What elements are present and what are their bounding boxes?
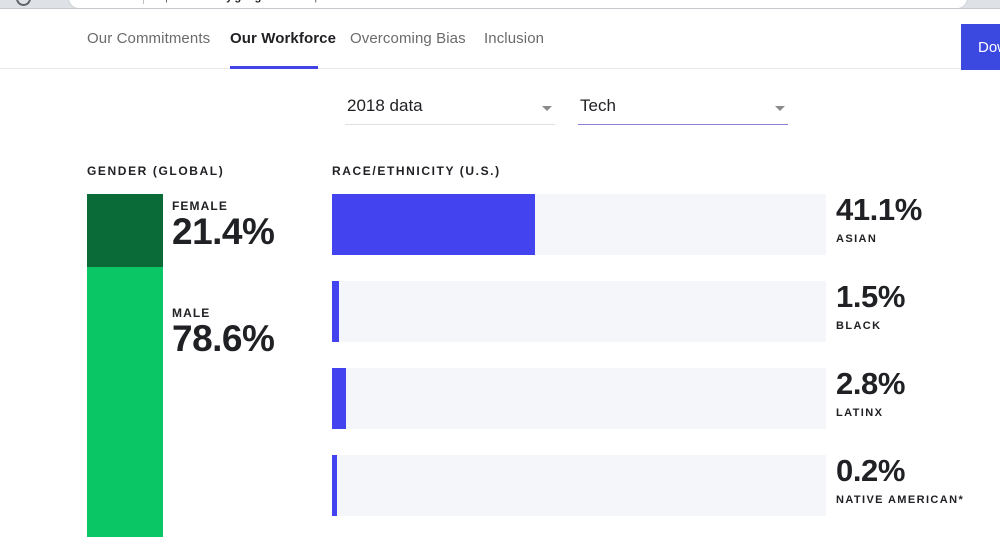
race-bar-fill <box>332 194 535 255</box>
url-scheme: https:// <box>153 0 186 3</box>
race-track <box>332 281 826 342</box>
role-filter-underline <box>578 124 788 125</box>
race-value: 2.8% <box>836 366 906 401</box>
chevron-down-icon <box>775 106 785 111</box>
reload-icon[interactable] <box>16 0 31 6</box>
year-filter-underline <box>345 124 555 125</box>
gender-stacked-bar <box>87 194 163 537</box>
gender-value-female: 21.4% <box>172 211 275 252</box>
gender-segment-female <box>87 194 163 267</box>
nav-tab-overcoming-bias[interactable]: Overcoming Bias <box>350 30 466 47</box>
race-label: NATIVE AMERICAN* <box>836 494 965 506</box>
race-track <box>332 455 826 516</box>
active-tab-underline <box>230 66 318 69</box>
race-section-heading: RACE/ETHNICITY (U.S.) <box>332 164 501 178</box>
gender-stat-male: MALE 78.6% <box>172 306 275 359</box>
race-stat: 0.2% NATIVE AMERICAN* <box>836 455 964 506</box>
nav-tab-inclusion[interactable]: Inclusion <box>484 30 544 47</box>
role-filter-dropdown[interactable]: Tech <box>578 95 788 125</box>
nav-tab-our-workforce[interactable]: Our Workforce <box>230 30 336 47</box>
race-row-latinx: 2.8% LATINX <box>332 368 1000 429</box>
gender-section-heading: GENDER (GLOBAL) <box>87 164 225 178</box>
secure-label: Secure <box>91 0 127 3</box>
race-row-asian: 41.1% ASIAN <box>332 194 1000 255</box>
site-navigation-bar: Our Commitments Our Workforce Overcoming… <box>0 9 1000 70</box>
race-label: LATINX <box>836 407 884 419</box>
omnibox-divider <box>143 0 144 4</box>
race-label: BLACK <box>836 320 882 332</box>
race-bar-fill <box>332 281 339 342</box>
race-track <box>332 194 826 255</box>
gender-stat-female: FEMALE 21.4% <box>172 199 275 252</box>
race-track <box>332 368 826 429</box>
role-filter-value: Tech <box>580 96 616 115</box>
race-stat: 41.1% ASIAN <box>836 194 922 245</box>
race-bar-fill <box>332 368 346 429</box>
nav-tab-our-commitments[interactable]: Our Commitments <box>87 30 210 47</box>
url-path: /annual-report/#!/our-workforce <box>265 0 416 3</box>
race-row-native-american: 0.2% NATIVE AMERICAN* <box>332 455 1000 516</box>
year-filter-dropdown[interactable]: 2018 data <box>345 95 555 125</box>
year-filter-value: 2018 data <box>347 96 423 115</box>
race-value: 0.2% <box>836 453 906 488</box>
race-stat: 1.5% BLACK <box>836 281 905 332</box>
browser-chrome: Secure https:// diversity.google /annual… <box>0 0 1000 9</box>
gender-segment-male <box>87 267 163 537</box>
race-value: 41.1% <box>836 192 922 227</box>
url-host: diversity.google <box>187 0 271 3</box>
download-button[interactable]: Download <box>961 24 1000 70</box>
race-row-black: 1.5% BLACK <box>332 281 1000 342</box>
race-label: ASIAN <box>836 233 878 245</box>
race-value: 1.5% <box>836 279 906 314</box>
race-bar-fill <box>332 455 337 516</box>
race-stat: 2.8% LATINX <box>836 368 905 419</box>
chevron-down-icon <box>542 106 552 111</box>
gender-value-male: 78.6% <box>172 318 275 359</box>
